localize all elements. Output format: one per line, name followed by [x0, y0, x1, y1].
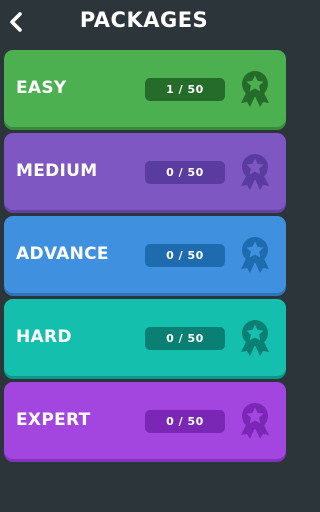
package-card-hard[interactable]: HARD 0 / 50 — [4, 299, 286, 376]
package-card-easy[interactable]: EASY 1 / 50 — [4, 50, 286, 127]
package-card-advance[interactable]: ADVANCE 0 / 50 — [4, 216, 286, 293]
medal-icon — [236, 152, 274, 192]
progress-badge: 1 / 50 — [145, 78, 225, 101]
package-card-medium[interactable]: MEDIUM 0 / 50 — [4, 133, 286, 210]
medal-icon — [236, 318, 274, 358]
progress-badge: 0 / 50 — [145, 244, 225, 267]
medal-icon — [236, 235, 274, 275]
package-label: ADVANCE — [16, 244, 109, 264]
medal-icon — [236, 69, 274, 109]
page-title: PACKAGES — [79, 8, 209, 32]
progress-badge: 0 / 50 — [145, 161, 225, 184]
package-label: MEDIUM — [16, 161, 98, 181]
header: PACKAGES — [0, 0, 288, 44]
package-label: EASY — [16, 78, 67, 98]
medal-icon — [236, 401, 274, 441]
package-label: HARD — [16, 327, 72, 347]
progress-badge: 0 / 50 — [145, 410, 225, 433]
progress-badge: 0 / 50 — [145, 327, 225, 350]
package-label: EXPERT — [16, 410, 91, 430]
package-card-expert[interactable]: EXPERT 0 / 50 — [4, 382, 286, 459]
